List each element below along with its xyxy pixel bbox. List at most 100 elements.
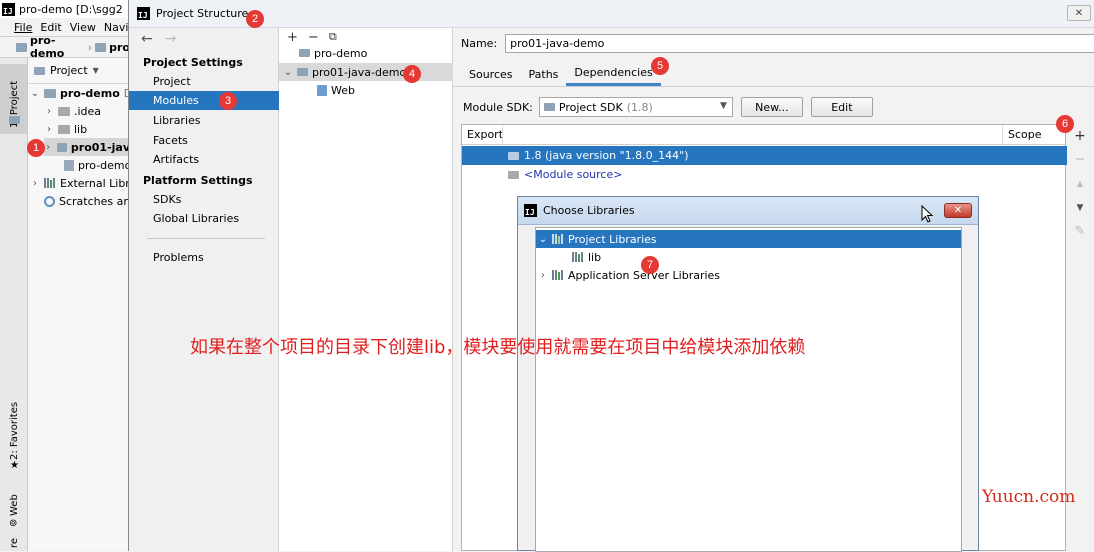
chevron-down-icon[interactable]: ⌄ [283, 67, 293, 78]
tree-item-pro-demo[interactable]: ⌄ pro-demo D: [30, 84, 136, 102]
close-icon[interactable]: ✕ [1067, 5, 1091, 21]
chevron-down-icon[interactable]: ⌄ [30, 88, 40, 99]
breadcrumb: pro-demo › pro [0, 34, 130, 60]
tool-window-stripe: 1: Project 2: Favorites ★ Web ⊚ re [0, 58, 28, 551]
dependency-row-jdk[interactable]: 1.8 (java version "1.8.0_144") [462, 146, 1067, 165]
move-up-icon[interactable]: ▲ [1077, 174, 1083, 194]
tab-paths[interactable]: Paths [521, 62, 567, 86]
column-divider [502, 125, 503, 145]
module-item-web[interactable]: Web [317, 81, 355, 99]
step-badge-6: 6 [1056, 115, 1074, 133]
menu-file[interactable]: File [14, 21, 32, 34]
edit-dependency-icon[interactable]: ✎ [1075, 222, 1086, 242]
tab-sources[interactable]: Sources [461, 62, 521, 86]
choose-libraries-titlebar: IJ Choose Libraries [518, 197, 978, 225]
sdk-folder-icon [543, 103, 555, 111]
tree-item-lib-library[interactable]: lib [572, 248, 601, 266]
nav-artifacts[interactable]: Artifacts [153, 150, 199, 169]
mouse-cursor-icon [921, 205, 933, 223]
choose-libraries-title: Choose Libraries [543, 204, 635, 217]
add-dependency-icon[interactable]: + [1074, 126, 1086, 146]
breadcrumb-separator-icon: › [87, 40, 93, 54]
module-sdk-select[interactable]: Project SDK (1.8) ▼ [538, 97, 733, 117]
dependency-label: <Module source> [524, 168, 623, 181]
step-badge-5: 5 [651, 57, 669, 75]
tree-item-scratches[interactable]: Scratches and [44, 192, 137, 210]
library-icon [552, 270, 564, 280]
export-column-header[interactable]: Export [467, 128, 503, 141]
nav-project[interactable]: Project [153, 72, 191, 91]
tree-item-project-libraries[interactable]: ⌄ Project Libraries [536, 230, 961, 248]
ide-title-text: pro-demo [D:\sgg2 [19, 2, 123, 16]
breadcrumb-item[interactable]: pro [109, 41, 130, 54]
module-item-label: Web [331, 83, 355, 97]
scratches-icon [44, 195, 55, 207]
intellij-logo-icon: IJ [524, 204, 537, 217]
settings-nav: ← → Project Settings Project Modules Lib… [129, 28, 279, 551]
chevron-right-icon[interactable]: › [44, 142, 53, 153]
chevron-right-icon[interactable]: › [30, 178, 40, 189]
name-label: Name: [461, 37, 498, 50]
tree-item-idea[interactable]: › .idea [44, 102, 101, 120]
chevron-down-icon[interactable]: ▼ [720, 101, 727, 111]
copy-module-icon[interactable]: ⧉ [329, 30, 337, 44]
libraries-tree: ⌄ Project Libraries lib › Application Se… [535, 227, 962, 552]
menu-view[interactable]: View [70, 21, 96, 34]
module-tabs: Sources Paths Dependencies [461, 62, 661, 86]
tree-item-lib[interactable]: › lib [44, 120, 87, 138]
chevron-right-icon[interactable]: › [44, 106, 54, 117]
dependency-row-module-source[interactable]: <Module source> [462, 165, 1067, 184]
tree-item-pro01-java-demo[interactable]: › pro01-jav [44, 138, 130, 156]
nav-global-libraries[interactable]: Global Libraries [153, 209, 239, 228]
library-icon [552, 234, 564, 244]
step-badge-2: 2 [246, 10, 264, 28]
folder-icon [58, 124, 70, 134]
nav-sdks[interactable]: SDKs [153, 190, 181, 209]
nav-libraries[interactable]: Libraries [153, 111, 201, 130]
tree-item-label: pro-demo [60, 86, 120, 100]
step-badge-7: 7 [641, 256, 659, 274]
choose-libraries-dialog: IJ Choose Libraries ✕ ⌄ Project Librarie… [517, 196, 979, 552]
chevron-right-icon[interactable]: › [538, 270, 548, 281]
chevron-right-icon[interactable]: › [44, 124, 54, 135]
nav-modules[interactable]: Modules [153, 91, 199, 110]
star-icon: ★ [10, 460, 19, 471]
back-arrow-icon[interactable]: ← [141, 31, 153, 47]
dependency-label: 1.8 (java version "1.8.0_144") [524, 149, 689, 162]
tree-item-label: lib [74, 122, 88, 136]
tab-dependencies[interactable]: Dependencies [566, 62, 661, 86]
folder-icon [44, 88, 56, 98]
chevron-down-icon[interactable]: ▼ [93, 66, 99, 75]
tree-item-external-libraries[interactable]: › External Libra [30, 174, 137, 192]
module-item-pro-demo[interactable]: pro-demo [299, 44, 367, 62]
favorites-tool-label[interactable]: 2: Favorites [9, 402, 20, 460]
scope-column-header[interactable]: Scope [1008, 128, 1042, 141]
menu-edit[interactable]: Edit [40, 21, 61, 34]
module-name-input[interactable] [505, 34, 1094, 53]
web-tool-label[interactable]: Web [9, 494, 20, 516]
structure-tool-label[interactable]: re [9, 538, 20, 548]
nav-facets[interactable]: Facets [153, 131, 188, 150]
chevron-down-icon[interactable]: ⌄ [538, 234, 548, 245]
nav-problems[interactable]: Problems [153, 248, 204, 267]
project-panel-header: Project ▼ [28, 58, 130, 84]
tree-item-pro-demo-iml[interactable]: pro-demo [64, 156, 131, 174]
intellij-logo-icon: IJ [2, 2, 15, 16]
move-down-icon[interactable]: ▼ [1077, 198, 1084, 218]
tree-item-label: pro-demo [78, 158, 132, 172]
add-module-icon[interactable]: + [287, 30, 298, 45]
forward-arrow-icon[interactable]: → [165, 31, 177, 47]
project-panel: Project ▼ ⌄ pro-demo D: › .idea › lib › … [28, 58, 137, 551]
edit-sdk-button[interactable]: Edit [810, 97, 873, 117]
remove-dependency-icon[interactable]: − [1075, 150, 1086, 170]
module-item-pro01-java-demo[interactable]: ⌄ pro01-java-demo [283, 63, 406, 81]
close-icon[interactable]: ✕ [944, 203, 972, 218]
tree-item-app-server-libraries[interactable]: › Application Server Libraries [538, 266, 720, 284]
step-badge-3: 3 [219, 92, 237, 110]
project-view-label[interactable]: Project [50, 64, 88, 77]
new-sdk-button[interactable]: New... [740, 97, 803, 117]
breadcrumb-item[interactable]: pro-demo [30, 34, 85, 60]
remove-module-icon[interactable]: − [308, 30, 319, 45]
globe-icon: ⊚ [9, 518, 18, 529]
dependencies-table-header: Export Scope [462, 125, 1065, 145]
